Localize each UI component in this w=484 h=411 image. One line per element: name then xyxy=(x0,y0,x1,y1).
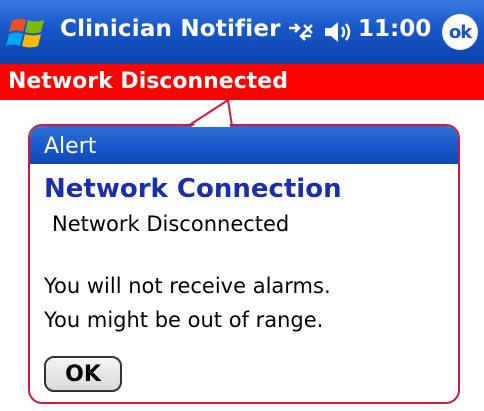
alert-message-line: You might be out of range. xyxy=(44,308,324,332)
alert-heading: Network Connection xyxy=(44,174,342,204)
alert-message-line: You will not receive alarms. xyxy=(44,274,331,298)
connectivity-icon[interactable] xyxy=(285,20,317,44)
ok-button[interactable]: OK xyxy=(44,356,122,392)
clock[interactable]: 11:00 xyxy=(358,16,431,42)
windows-flag-icon[interactable] xyxy=(6,13,52,53)
volume-icon[interactable] xyxy=(322,19,354,45)
ok-title-label: ok xyxy=(448,21,472,43)
alert-bubble: Alert Network Connection Network Disconn… xyxy=(28,124,460,404)
status-banner: Network Disconnected xyxy=(0,64,484,100)
title-bar: Clinician Notifier 11:00 ok xyxy=(0,0,484,64)
ok-title-button[interactable]: ok xyxy=(442,14,478,50)
alert-header-title: Alert xyxy=(44,134,97,159)
alert-header: Alert xyxy=(30,126,458,164)
pocket-pc-screen: Clinician Notifier 11:00 ok Network Disc… xyxy=(0,0,484,411)
status-banner-text: Network Disconnected xyxy=(8,69,288,94)
app-title: Clinician Notifier xyxy=(60,16,281,42)
alert-subtitle: Network Disconnected xyxy=(52,212,290,236)
ok-button-label: OK xyxy=(65,361,101,387)
